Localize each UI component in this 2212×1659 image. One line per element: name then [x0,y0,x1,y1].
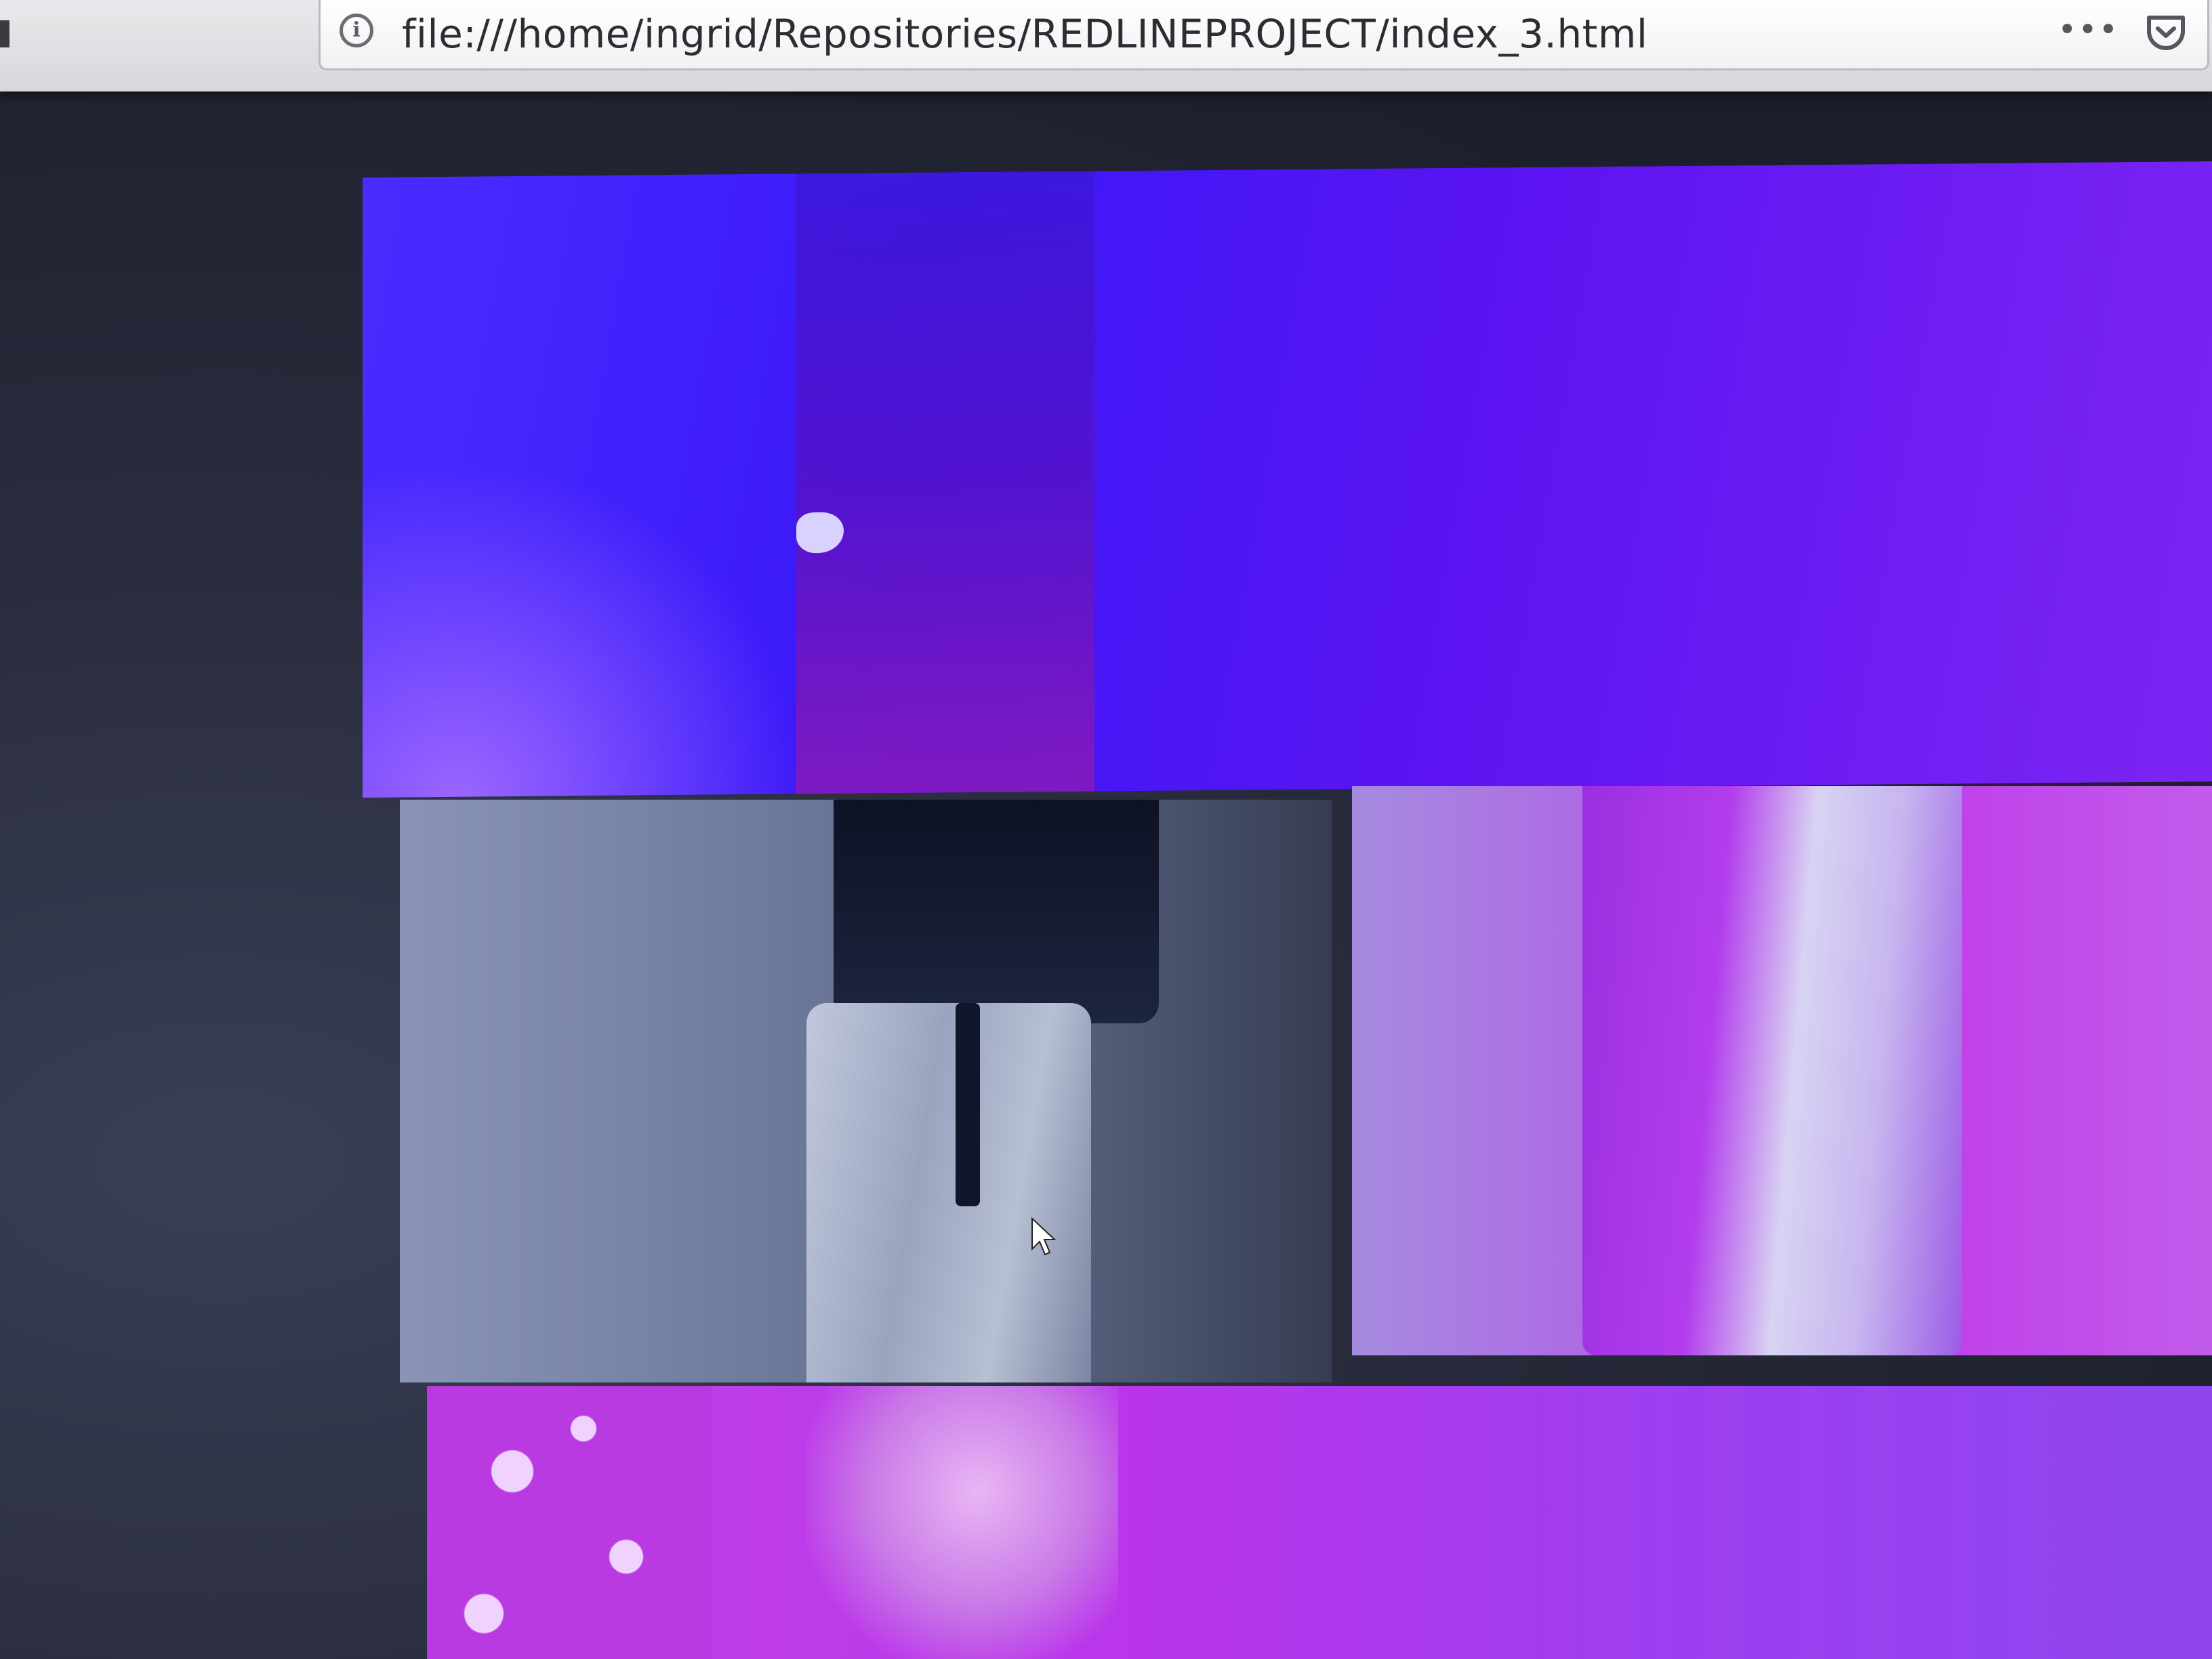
photo-mid-right[interactable] [1352,786,2212,1355]
photo-bottom-pattern [427,1386,712,1659]
more-actions-icon[interactable]: ••• [2057,14,2119,46]
photo-top-haze [363,430,837,798]
address-bar[interactable]: i file:///home/ingrid/Repositories/REDLI… [319,0,2209,70]
photo-bottom[interactable] [427,1386,2212,1659]
pocket-icon[interactable] [2145,12,2187,53]
info-icon[interactable]: i [340,14,373,47]
photo-mid-left-belt [956,1003,980,1206]
viewport: i file:///home/ingrid/Repositories/REDLI… [0,0,2212,1659]
photo-mid-left[interactable] [400,800,1332,1382]
photo-top[interactable] [363,161,2212,798]
tab-edge [0,20,9,47]
photo-mid-left-jacket [834,800,1159,1023]
photo-bottom-face [806,1386,1118,1659]
photo-mid-left-skirt [806,1003,1091,1382]
browser-toolbar: i file:///home/ingrid/Repositories/REDLI… [0,0,2212,91]
photo-mid-right-fur-coat [1582,786,1962,1355]
photo-top-figure [796,171,1094,798]
cursor-icon [1031,1216,1057,1256]
url-text[interactable]: file:///home/ingrid/Repositories/REDLINE… [402,7,1647,61]
